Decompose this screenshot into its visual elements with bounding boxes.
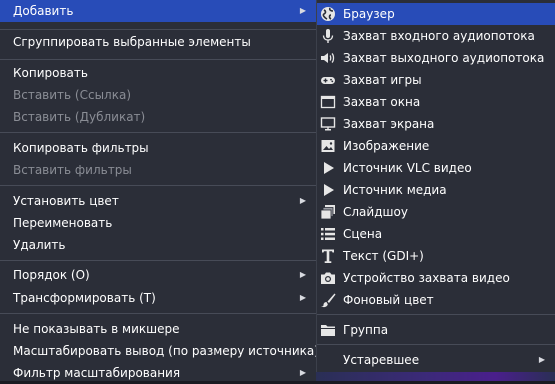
menu-item-label: Копировать <box>13 66 88 80</box>
separator <box>0 185 316 186</box>
source-item-label: Фоновый цвет <box>343 293 434 307</box>
play-icon <box>320 182 336 198</box>
source-item-label: Текст (GDI+) <box>343 249 424 263</box>
source-item-audio-output[interactable]: Захват выходного аудиопотока <box>317 47 555 69</box>
menu-item-label: Не показывать в микшере <box>13 322 180 336</box>
menu-item-label: Сгруппировать выбранные элементы <box>13 35 251 49</box>
source-item-media[interactable]: Источник медиа <box>317 179 555 201</box>
menu-item-label: Переименовать <box>13 216 113 230</box>
source-item-browser[interactable]: Браузер <box>317 3 555 25</box>
separator <box>317 314 555 315</box>
monitor-icon <box>320 116 336 132</box>
separator <box>0 132 316 133</box>
background-strip <box>316 372 555 381</box>
source-item-label: Захват входного аудиопотока <box>343 29 535 43</box>
source-item-label: Группа <box>343 323 389 337</box>
source-item-label: Захват игры <box>343 73 422 87</box>
menu-item-paste-duplicate[interactable]: Вставить (Дубликат) <box>0 106 316 128</box>
submenu-arrow-icon: ▶ <box>299 196 306 205</box>
add-source-submenu: Браузер Захват входного аудиопотока Захв… <box>316 0 555 381</box>
menu-item-label: Масштабировать вывод (по размеру источни… <box>13 344 319 358</box>
menu-item-order[interactable]: Порядок (O) ▶ <box>0 264 316 286</box>
source-item-scene[interactable]: Сцена <box>317 223 555 245</box>
menu-item-copy-filters[interactable]: Копировать фильтры <box>0 137 316 159</box>
menu-item-label: Вставить фильтры <box>13 163 132 177</box>
source-item-label: Сцена <box>343 227 383 241</box>
globe-icon <box>320 6 336 22</box>
menu-item-add[interactable]: Добавить ▶ <box>0 0 316 22</box>
source-item-game-capture[interactable]: Захват игры <box>317 69 555 91</box>
play-icon <box>320 160 336 176</box>
window-icon <box>320 94 336 110</box>
submenu-arrow-icon: ▶ <box>538 355 545 364</box>
menu-item-group-selected[interactable]: Сгруппировать выбранные элементы <box>0 31 316 53</box>
source-item-color-source[interactable]: Фоновый цвет <box>317 289 555 311</box>
separator <box>0 59 316 60</box>
menu-item-transform[interactable]: Трансформировать (T) ▶ <box>0 287 316 309</box>
folder-icon <box>320 322 336 338</box>
menu-item-label: Добавить <box>13 4 74 18</box>
source-item-label: Браузер <box>343 7 395 21</box>
microphone-icon <box>320 28 336 44</box>
source-item-label: Устаревшее <box>343 353 420 367</box>
menu-item-set-color[interactable]: Установить цвет ▶ <box>0 190 316 212</box>
speaker-icon <box>320 50 336 66</box>
menu-item-label: Вставить (Ссылка) <box>13 88 132 102</box>
source-item-slideshow[interactable]: Слайдшоу <box>317 201 555 223</box>
source-item-label: Изображение <box>343 139 430 153</box>
menu-item-hide-in-mixer[interactable]: Не показывать в микшере <box>0 318 316 340</box>
menu-item-label: Копировать фильтры <box>13 141 149 155</box>
source-item-label: Захват выходного аудиопотока <box>343 51 545 65</box>
source-item-video-capture-device[interactable]: Устройство захвата видео <box>317 267 555 289</box>
menu-item-label: Трансформировать (T) <box>13 291 156 305</box>
menu-item-label: Удалить <box>13 238 66 252</box>
separator <box>0 29 316 30</box>
source-item-label: Источник VLC видео <box>343 161 472 175</box>
source-item-group[interactable]: Группа <box>317 319 555 341</box>
source-item-image[interactable]: Изображение <box>317 135 555 157</box>
separator <box>0 313 316 314</box>
source-item-label: Устройство захвата видео <box>343 271 510 285</box>
source-item-window-capture[interactable]: Захват окна <box>317 91 555 113</box>
camera-icon <box>320 270 336 286</box>
list-icon <box>320 226 336 242</box>
slideshow-icon <box>320 204 336 220</box>
text-icon <box>320 248 336 264</box>
menu-item-resize-output[interactable]: Масштабировать вывод (по размеру источни… <box>0 340 319 362</box>
context-menu: Добавить ▶ Сгруппировать выбранные элеме… <box>0 0 319 381</box>
source-item-label: Источник медиа <box>343 183 447 197</box>
source-item-audio-input[interactable]: Захват входного аудиопотока <box>317 25 555 47</box>
source-item-vlc-video[interactable]: Источник VLC видео <box>317 157 555 179</box>
source-item-label: Слайдшоу <box>343 205 408 219</box>
menu-item-label: Установить цвет <box>13 194 119 208</box>
brush-icon <box>320 292 336 308</box>
source-item-label: Захват окна <box>343 95 421 109</box>
menu-item-rename[interactable]: Переименовать <box>0 212 316 234</box>
source-item-deprecated[interactable]: Устаревшее ▶ <box>317 349 555 371</box>
menu-item-label: Фильтр масштабирования <box>13 366 181 380</box>
menu-item-delete[interactable]: Удалить <box>0 234 316 256</box>
menu-item-paste-reference[interactable]: Вставить (Ссылка) <box>0 84 316 106</box>
source-item-label: Захват экрана <box>343 117 435 131</box>
menu-item-paste-filters[interactable]: Вставить фильтры <box>0 159 316 181</box>
source-item-text-gdi[interactable]: Текст (GDI+) <box>317 245 555 267</box>
separator <box>317 344 555 345</box>
image-icon <box>320 138 336 154</box>
submenu-arrow-icon: ▶ <box>299 270 306 279</box>
menu-item-copy[interactable]: Копировать <box>0 62 316 84</box>
source-item-display-capture[interactable]: Захват экрана <box>317 113 555 135</box>
menu-item-label: Вставить (Дубликат) <box>13 110 146 124</box>
submenu-arrow-icon: ▶ <box>299 293 306 302</box>
submenu-arrow-icon: ▶ <box>299 6 306 15</box>
menu-item-label: Порядок (O) <box>13 268 90 282</box>
gamepad-icon <box>320 72 336 88</box>
separator <box>0 260 316 261</box>
